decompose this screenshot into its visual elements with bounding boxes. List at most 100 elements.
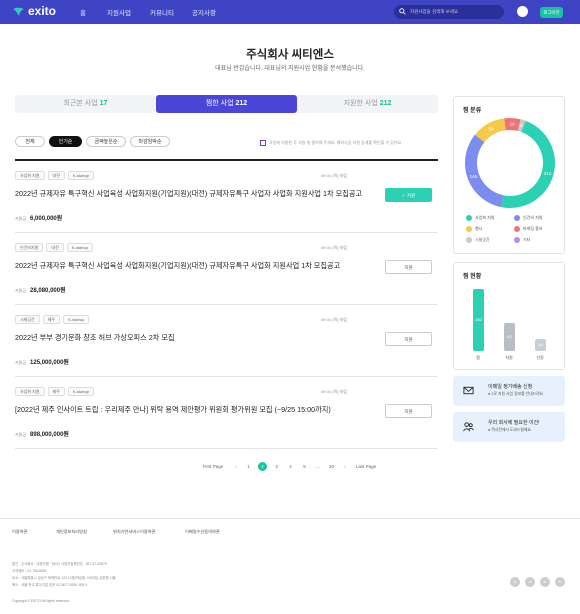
first-page-link[interactable]: First Page	[198, 462, 228, 471]
nav-home[interactable]: 홈	[80, 7, 86, 17]
program-card[interactable]: 시제공간 제주 K-startup 09.01 (목) 마감 2022년 부부 경기…	[15, 305, 438, 377]
banner-title: 우리 회사에 필요한 이건!	[488, 420, 540, 426]
last-page-link[interactable]: Last Page	[353, 462, 379, 471]
bar-label: 선정	[536, 355, 544, 360]
tag: 제주	[42, 315, 61, 324]
panel-title: 찜 분류	[463, 108, 482, 114]
tag: 인건비지원	[15, 243, 44, 252]
slice-value-label: 54	[488, 126, 494, 131]
nav-community[interactable]: 커뮤니티	[150, 7, 174, 17]
page-subtitle: 대표님 반갑습니다. 대표님의 지원사업 현황을 분석했습니다.	[215, 66, 365, 72]
filter-amount[interactable]: 금액높은순	[86, 136, 126, 147]
nav-notice[interactable]: 공지사항	[192, 7, 216, 17]
page-title: 주식회사 씨티엔스	[246, 49, 334, 61]
nav-support[interactable]: 지원사업	[107, 7, 131, 17]
bar-label: 지원	[505, 355, 513, 360]
next-page-link[interactable]: ›	[341, 462, 349, 471]
search-icon	[399, 8, 406, 15]
amount: 지원금 125,000,000원	[15, 357, 69, 366]
apply-button[interactable]: 지원	[385, 404, 432, 418]
page-link[interactable]: 5	[300, 462, 309, 471]
slice-value-label: 146	[470, 174, 478, 179]
tab-count: 212	[379, 100, 392, 107]
filter-popular[interactable]: 인기순	[49, 136, 82, 147]
prev-page-link[interactable]: ‹	[232, 462, 240, 471]
legend-dot	[514, 237, 520, 243]
legend-item: 시설공간	[466, 237, 490, 243]
apply-button[interactable]: 지원	[385, 332, 432, 346]
program-card[interactable]: 인건비지원 대전 K-startup 09.01 (목) 마감 2022년 규제자유…	[15, 233, 438, 305]
youtube-icon[interactable]: yt	[510, 577, 520, 587]
tab-count: 212	[235, 100, 248, 107]
page-link[interactable]: 3	[272, 462, 281, 471]
category-panel: 찜 분류 212 146 54 26 8 사업화 지원 인건비 지원 행사 마케팅 홍보…	[453, 96, 565, 254]
footer-link-email[interactable]: 이메일수신동의약관	[185, 529, 220, 535]
filter-deadline[interactable]: 마감임박순	[130, 136, 170, 147]
tag: 대전	[47, 171, 65, 180]
legend-dot	[466, 226, 472, 232]
page-link-current[interactable]: 2	[258, 462, 267, 471]
top-header: exito 홈 지원사업 커뮤니티 공지사항 지원사업을 검색해 보세요. 로그…	[0, 0, 580, 24]
tab-applied[interactable]: 지원한 사업 212	[297, 95, 438, 113]
legend-item: 인건비 지원	[514, 215, 543, 221]
logo[interactable]: exito	[12, 4, 56, 18]
deadline: 09.01 (목) 마감	[321, 389, 347, 394]
tag: 사업화 지원	[15, 387, 45, 396]
legend-label: 시설공간	[475, 237, 490, 242]
deadline: 09.01 (목) 마감	[321, 173, 347, 178]
banner-subtitle: ● 맥사전에서 도와드릴께요.	[488, 428, 532, 432]
bar-label: 찜	[476, 355, 480, 360]
panel-title: 찜 현황	[463, 274, 482, 280]
tab-recent[interactable]: 최근본 사업 17	[15, 95, 156, 113]
legend-item: 기타	[514, 237, 530, 243]
legend-item: 마케팅 홍보	[514, 226, 543, 232]
tag: K-startup	[67, 171, 95, 180]
instagram-icon[interactable]: in	[540, 577, 550, 587]
program-title[interactable]: 2022년 규제자유 특구혁신 사업육성 사업화지원(기업지원)(대전) 규제자…	[15, 261, 340, 271]
amount: 지원금 6,000,000원	[15, 213, 62, 222]
status-bar: 83	[504, 322, 515, 351]
apply-button[interactable]: ✓ 지원	[385, 188, 432, 202]
mail-icon	[463, 386, 474, 395]
amount-value: 125,000,000원	[30, 360, 69, 366]
legend-label: 인건비 지원	[523, 215, 543, 220]
status-bar: 182	[473, 289, 484, 351]
donut-slice	[465, 134, 504, 208]
filter-all[interactable]: 전체	[15, 136, 45, 147]
page-link[interactable]: 20	[327, 462, 336, 471]
footer-link-terms[interactable]: 이용약관	[12, 529, 27, 535]
tag: 시제공간	[15, 315, 40, 324]
tag: 제주	[47, 387, 65, 396]
amount-label: 지원금	[15, 432, 27, 437]
checkbox-icon[interactable]	[260, 140, 266, 146]
apply-button[interactable]: 지원	[385, 260, 432, 274]
tab-saved[interactable]: 찜한 사업 212	[156, 95, 297, 113]
page-link[interactable]: 4	[286, 462, 295, 471]
search-input[interactable]: 지원사업을 검색해 보세요.	[394, 5, 504, 19]
consult-banner[interactable]: 우리 회사에 필요한 이건! ● 맥사전에서 도와드릴께요.	[453, 412, 565, 442]
tag: K-startup	[66, 243, 94, 252]
amount-label: 지원금	[15, 288, 27, 293]
page-link[interactable]: 1	[244, 462, 253, 471]
legend-label: 사업화 지원	[475, 215, 495, 220]
slice-value-label: 26	[510, 122, 516, 127]
slice-value-label: 212	[544, 171, 552, 176]
logout-button[interactable]: 로그아웃	[540, 7, 563, 18]
blog-icon[interactable]: bl	[525, 577, 535, 587]
program-title[interactable]: 2022년 규제자유 특구혁신 사업육성 사업화지원(기업지원)(대전) 규제자…	[15, 189, 362, 199]
footer-link-location[interactable]: 위치기반서비스이용약관	[113, 529, 155, 535]
deadline: 09.01 (목) 마감	[321, 245, 347, 250]
program-title[interactable]: 2022년 부부 경기문화 창조 허브 가상오피스 2차 모집	[15, 333, 175, 343]
facebook-icon[interactable]: fb	[555, 577, 565, 587]
user-avatar-icon[interactable]	[517, 6, 528, 17]
footer-link-privacy[interactable]: 개인정보처리방침	[56, 529, 87, 535]
email-subscribe-banner[interactable]: 이메일 정기배송 신청 ● 1로 지원 사업 정보를 안내드려요	[453, 376, 565, 406]
amount-label: 지원금	[15, 360, 27, 365]
legend-dot	[514, 226, 520, 232]
program-card[interactable]: 사업화 지원 제주 K-startup 09.01 (목) 마감 [2022년 제주…	[15, 377, 438, 449]
donut-chart: 2121465426 8	[465, 118, 555, 208]
program-card[interactable]: 사업화 지원 대전 K-startup 09.01 (목) 마감 2022년 규제자…	[15, 161, 438, 233]
program-title[interactable]: [2022년 제주 인사이트 트립 : 우리제주 만나] 위탁 용역 제안평가 …	[15, 405, 331, 415]
tab-count: 17	[99, 100, 108, 107]
amount: 지원금 28,080,000원	[15, 285, 66, 294]
